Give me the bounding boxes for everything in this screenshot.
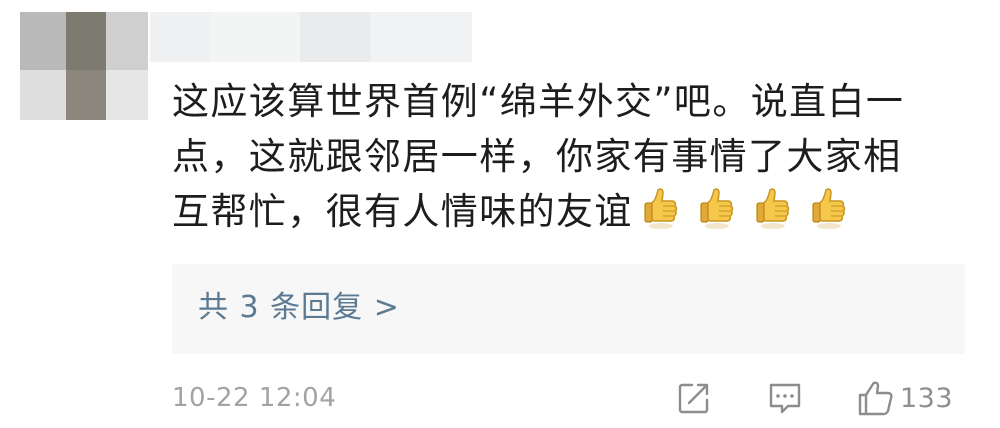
view-replies-label: 共 3 条回复 >: [198, 290, 400, 325]
thumbs-up-icon: [809, 186, 849, 230]
thumbs-up-outline-icon: [858, 381, 893, 416]
username-block: [300, 12, 370, 62]
avatar-block: [20, 12, 66, 70]
share-button[interactable]: [676, 378, 712, 418]
reply-button[interactable]: [766, 378, 804, 418]
thumbs-up-icon: [753, 186, 793, 230]
thumbs-up-icon: [697, 186, 737, 230]
username-obscured[interactable]: [150, 12, 472, 62]
avatar[interactable]: [20, 12, 148, 120]
thumbs-up-icon: [641, 186, 681, 230]
like-count: 133: [900, 382, 954, 414]
username-block: [150, 12, 210, 62]
comment-line: 这应该算世界首例“绵羊外交”吧。说直白一: [172, 80, 905, 123]
comment-line-text: 互帮忙，很有人情味的友谊: [172, 190, 633, 233]
avatar-block: [66, 70, 106, 120]
comment-line: 互帮忙，很有人情味的友谊: [172, 184, 962, 239]
username-block: [210, 12, 300, 62]
share-icon: [678, 383, 709, 414]
username-block: [370, 12, 472, 62]
avatar-block: [106, 70, 148, 120]
comment-text: 这应该算世界首例“绵羊外交”吧。说直白一 点，这就跟邻居一样，你家有事情了大家相…: [172, 74, 962, 239]
avatar-block: [106, 12, 148, 70]
like-button[interactable]: 133: [856, 378, 953, 418]
comment-line: 点，这就跟邻居一样，你家有事情了大家相: [172, 135, 902, 178]
avatar-block: [66, 12, 106, 70]
emoji-row: [641, 186, 865, 230]
comment-icon: [769, 383, 801, 414]
avatar-block: [20, 70, 66, 120]
view-replies-button[interactable]: 共 3 条回复 >: [172, 264, 965, 354]
comment-timestamp: 10-22 12:04: [172, 383, 337, 413]
